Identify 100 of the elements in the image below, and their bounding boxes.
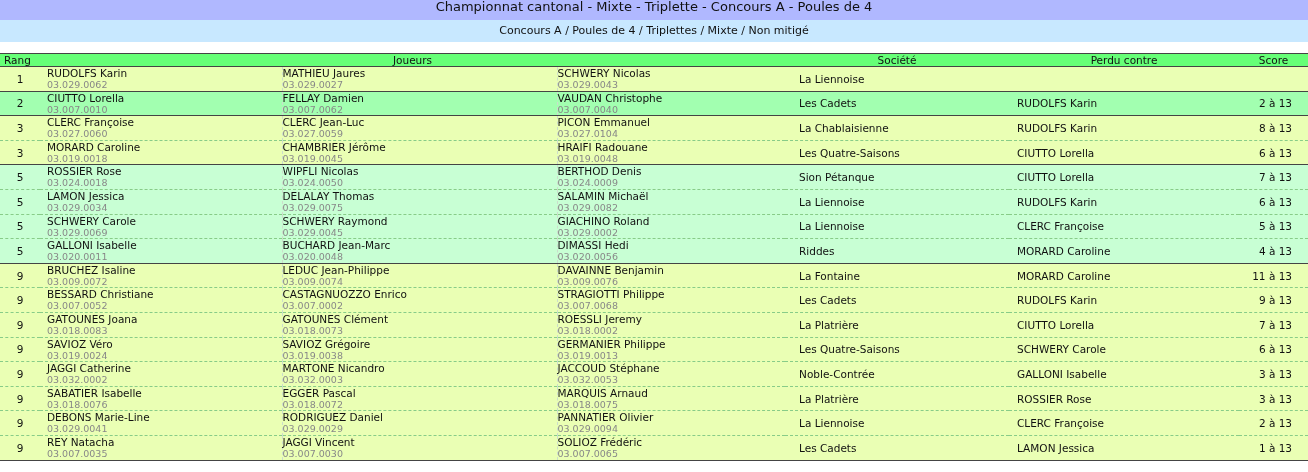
club-name: Riddes — [799, 244, 835, 257]
score-value: 11 à 13 — [1252, 269, 1293, 282]
player-name: GIACHINO Roland — [557, 214, 650, 227]
licence-number: 03.018.0073 — [282, 324, 343, 336]
score-value: 2 à 13 — [1258, 417, 1293, 430]
rank-value: 3 — [16, 146, 24, 159]
player-name: BRUCHEZ Isaline — [47, 263, 136, 276]
rank-value: 9 — [16, 367, 24, 380]
score-value: 6 à 13 — [1258, 343, 1293, 356]
player-name: SCHWERY Nicolas — [557, 67, 651, 79]
opponent-name: SCHWERY Carole — [1017, 343, 1106, 356]
player-name: GALLONI Isabelle — [47, 239, 137, 252]
score-value: 7 à 13 — [1258, 318, 1293, 331]
opponent-name: MORARD Caroline — [1017, 244, 1111, 257]
licence-number: 03.018.0076 — [47, 398, 108, 410]
rank-value: 5 — [16, 195, 24, 208]
rank-value: 5 — [16, 244, 24, 257]
opponent-name: LAMON Jessica — [1017, 441, 1095, 454]
rank-value: 5 — [16, 220, 24, 233]
opponent-name: CLERC Françoise — [1017, 220, 1104, 233]
player-name: MATHIEU Jaures — [282, 67, 366, 79]
opponent-name: RUDOLFS Karin — [1017, 294, 1098, 307]
licence-number: 03.019.0018 — [47, 152, 108, 164]
player-name: MARTONE Nicandro — [282, 362, 385, 375]
player-name: MARQUIS Arnaud — [557, 386, 648, 399]
licence-number: 03.029.0027 — [282, 79, 343, 90]
club-name: La Platrière — [799, 392, 859, 405]
player-name: ROSSIER Rose — [47, 165, 122, 178]
licence-number: 03.024.0050 — [282, 177, 343, 189]
score-value: 6 à 13 — [1258, 195, 1293, 208]
player-name: SOLIOZ Frédéric — [557, 435, 643, 448]
licence-number: 03.019.0013 — [557, 349, 618, 361]
player-name: FELLAY Damien — [282, 91, 364, 104]
club-name: La Liennoise — [799, 220, 865, 233]
score-value: 2 à 13 — [1258, 97, 1293, 110]
player-name: CLERC Jean-Luc — [282, 116, 365, 129]
club-name: La Liennoise — [799, 72, 865, 85]
club-name: Noble-Contrée — [799, 367, 875, 380]
club-name: Les Cadets — [799, 441, 857, 454]
licence-number: 03.007.0052 — [47, 300, 108, 312]
player-name: BUCHARD Jean-Marc — [282, 239, 391, 252]
rank-value: 9 — [16, 318, 24, 331]
licence-number: 03.018.0083 — [47, 324, 108, 336]
club-name: Sion Pétanque — [799, 171, 875, 184]
player-name: BESSARD Christiane — [47, 288, 154, 301]
licence-number: 03.019.0048 — [557, 152, 618, 164]
column-header: Score — [1239, 53, 1308, 67]
player-name: DEBONS Marie-Line — [47, 411, 150, 424]
licence-number: 03.018.0075 — [557, 398, 618, 410]
opponent-name: RUDOLFS Karin — [1017, 195, 1098, 208]
player-name: GATOUNES Joana — [47, 312, 138, 325]
licence-number: 03.027.0104 — [557, 128, 618, 140]
player-name: DAVAINNE Benjamin — [557, 263, 664, 276]
rank-value: 9 — [16, 417, 24, 430]
player-name: HRAIFI Radouane — [557, 140, 648, 153]
licence-number: 03.018.0072 — [282, 398, 343, 410]
player-name: GERMANIER Philippe — [557, 337, 666, 350]
licence-number: 03.007.0068 — [557, 300, 618, 312]
club-name: La Liennoise — [799, 195, 865, 208]
licence-number: 03.024.0018 — [47, 177, 108, 189]
rank-value: 9 — [16, 269, 24, 282]
licence-number: 03.007.0065 — [557, 447, 618, 459]
licence-number: 03.029.0002 — [557, 226, 618, 238]
licence-number: 03.007.0040 — [557, 103, 618, 115]
club-name: Les Cadets — [799, 294, 857, 307]
player-name: BERTHOD Denis — [557, 165, 642, 178]
licence-number: 03.029.0034 — [47, 201, 108, 213]
player-name: SALAMIN Michaël — [557, 189, 649, 202]
opponent-name: CIUTTO Lorella — [1017, 318, 1095, 331]
score-value: 1 à 13 — [1258, 441, 1293, 454]
player-name: SABATIER Isabelle — [47, 386, 142, 399]
licence-number: 03.032.0003 — [282, 374, 343, 386]
column-header: Société — [785, 53, 1010, 67]
rank-value: 9 — [16, 294, 24, 307]
club-name: La Liennoise — [799, 417, 865, 430]
rank-value: 9 — [16, 441, 24, 454]
player-name: EGGER Pascal — [282, 386, 356, 399]
licence-number: 03.019.0038 — [282, 349, 343, 361]
licence-number: 03.007.0002 — [282, 300, 343, 312]
licence-number: 03.027.0060 — [47, 128, 108, 140]
licence-number: 03.032.0053 — [557, 374, 618, 386]
licence-number: 03.029.0094 — [557, 423, 618, 435]
club-name: Les Quatre-Saisons — [799, 343, 900, 356]
opponent-name: CIUTTO Lorella — [1017, 146, 1095, 159]
player-name: SAVIOZ Véro — [47, 337, 113, 350]
player-name: ROESSLI Jeremy — [557, 312, 642, 325]
club-name: La Fontaine — [799, 269, 860, 282]
player-name: JAGGI Vincent — [282, 435, 355, 448]
player-name: JACCOUD Stéphane — [557, 362, 660, 375]
club-name: La Chablaisienne — [799, 122, 889, 134]
player-name: LEDUC Jean-Philippe — [282, 263, 390, 276]
licence-number: 03.019.0045 — [282, 152, 343, 164]
licence-number: 03.032.0002 — [47, 374, 108, 386]
opponent-name: MORARD Caroline — [1017, 269, 1111, 282]
competition-breadcrumb: Concours A / Poules de 4 / Triplettes / Mixte / Non mitigé — [0, 20, 1308, 42]
player-name: MORARD Caroline — [47, 140, 141, 153]
player-name: PANNATIER Olivier — [557, 411, 654, 424]
rank-value: 9 — [16, 343, 24, 356]
licence-number: 03.029.0045 — [282, 226, 343, 238]
licence-number: 03.027.0059 — [282, 128, 343, 140]
